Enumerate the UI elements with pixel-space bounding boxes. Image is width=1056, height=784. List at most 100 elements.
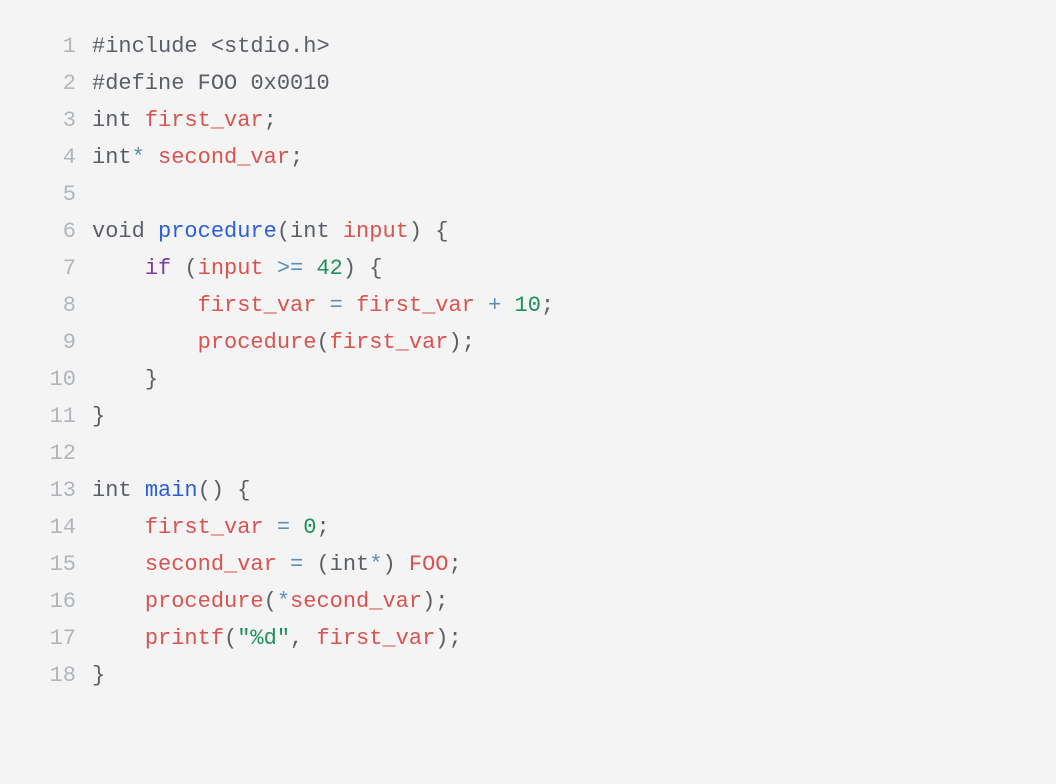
code-token: ; xyxy=(448,626,461,651)
code-token: second_var xyxy=(290,589,422,614)
code-token: ) xyxy=(382,552,395,577)
code-token xyxy=(422,219,435,244)
code-line-content: if (input >= 42) { xyxy=(92,250,1036,287)
code-token: input xyxy=(343,219,409,244)
code-line-content: procedure(*second_var); xyxy=(92,583,1036,620)
code-token xyxy=(132,478,145,503)
code-token: * xyxy=(132,145,145,170)
code-token: FOO xyxy=(198,71,238,96)
code-line: 17 printf("%d", first_var); xyxy=(20,620,1036,657)
code-token: * xyxy=(277,589,290,614)
code-line: 8 first_var = first_var + 10; xyxy=(20,287,1036,324)
code-line-content: first_var = first_var + 10; xyxy=(92,287,1036,324)
code-token: ( xyxy=(184,256,197,281)
code-line-content: #include <stdio.h> xyxy=(92,28,1036,65)
code-token: ; xyxy=(448,552,461,577)
code-line-content: procedure(first_var); xyxy=(92,324,1036,361)
code-token: <stdio.h> xyxy=(211,34,330,59)
line-number: 1 xyxy=(20,28,92,65)
code-token: first_var xyxy=(330,330,449,355)
code-token: int xyxy=(330,552,370,577)
code-token: } xyxy=(145,367,158,392)
code-token xyxy=(198,34,211,59)
code-line: 10 } xyxy=(20,361,1036,398)
code-token: } xyxy=(92,663,105,688)
code-line: 7 if (input >= 42) { xyxy=(20,250,1036,287)
code-token: ) xyxy=(343,256,356,281)
code-token: ) xyxy=(422,589,435,614)
code-token xyxy=(92,293,198,318)
code-token: second_var xyxy=(158,145,290,170)
line-number: 15 xyxy=(20,546,92,583)
code-line: 1#include <stdio.h> xyxy=(20,28,1036,65)
code-token: procedure xyxy=(158,219,277,244)
code-token: first_var xyxy=(316,626,435,651)
code-token xyxy=(343,293,356,318)
line-number: 5 xyxy=(20,176,92,213)
code-line-content: int* second_var; xyxy=(92,139,1036,176)
code-token: main xyxy=(145,478,198,503)
code-token xyxy=(132,108,145,133)
line-number: 16 xyxy=(20,583,92,620)
code-line: 18} xyxy=(20,657,1036,694)
code-token: ) xyxy=(435,626,448,651)
code-token: input xyxy=(198,256,264,281)
line-number: 2 xyxy=(20,65,92,102)
line-number: 8 xyxy=(20,287,92,324)
code-token: + xyxy=(488,293,501,318)
code-token xyxy=(475,293,488,318)
code-token xyxy=(303,626,316,651)
code-line-content xyxy=(92,176,1036,213)
line-number: 17 xyxy=(20,620,92,657)
code-token: 42 xyxy=(316,256,342,281)
code-token: procedure xyxy=(145,589,264,614)
code-token: = xyxy=(330,293,343,318)
code-line-content: } xyxy=(92,398,1036,435)
code-token: void xyxy=(92,219,145,244)
line-number: 12 xyxy=(20,435,92,472)
line-number: 7 xyxy=(20,250,92,287)
code-line-content: printf("%d", first_var); xyxy=(92,620,1036,657)
code-token: ; xyxy=(541,293,554,318)
line-number: 9 xyxy=(20,324,92,361)
code-token: ( xyxy=(277,219,290,244)
code-token: 0 xyxy=(303,515,316,540)
code-token xyxy=(356,256,369,281)
code-token: first_var xyxy=(145,515,264,540)
code-token: { xyxy=(237,478,250,503)
code-line: 3int first_var; xyxy=(20,102,1036,139)
code-token: #define xyxy=(92,71,184,96)
code-token: first_var xyxy=(356,293,475,318)
code-token: * xyxy=(369,552,382,577)
code-token xyxy=(184,71,197,96)
code-token: ; xyxy=(462,330,475,355)
code-line-content: #define FOO 0x0010 xyxy=(92,65,1036,102)
code-token xyxy=(303,256,316,281)
code-token xyxy=(396,552,409,577)
code-line: 14 first_var = 0; xyxy=(20,509,1036,546)
line-number: 10 xyxy=(20,361,92,398)
code-token xyxy=(92,367,145,392)
line-number: 6 xyxy=(20,213,92,250)
code-token xyxy=(171,256,184,281)
code-line: 4int* second_var; xyxy=(20,139,1036,176)
code-token: { xyxy=(369,256,382,281)
code-token: ( xyxy=(316,552,329,577)
code-token xyxy=(330,219,343,244)
code-token xyxy=(92,589,145,614)
code-line-content: int first_var; xyxy=(92,102,1036,139)
code-token: first_var xyxy=(198,293,317,318)
code-line: 11} xyxy=(20,398,1036,435)
code-line: 13int main() { xyxy=(20,472,1036,509)
code-token xyxy=(290,515,303,540)
code-token xyxy=(92,626,145,651)
code-token: ) xyxy=(211,478,224,503)
code-token: } xyxy=(92,404,105,429)
code-token: ; xyxy=(316,515,329,540)
code-token xyxy=(224,478,237,503)
code-token xyxy=(92,182,105,207)
code-token: first_var xyxy=(145,108,264,133)
code-token xyxy=(501,293,514,318)
code-line: 2#define FOO 0x0010 xyxy=(20,65,1036,102)
code-token: ) xyxy=(448,330,461,355)
